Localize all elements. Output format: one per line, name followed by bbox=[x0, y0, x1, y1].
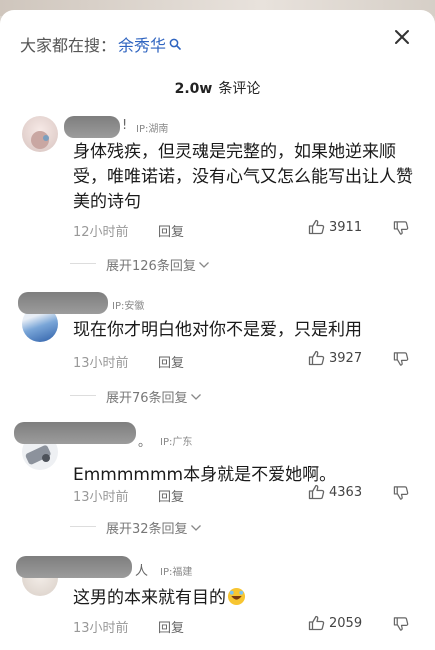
username-tail: 人 bbox=[135, 564, 149, 579]
like-count: 4363 bbox=[329, 484, 363, 500]
comment-text: 现在你才明白他对你不是爱，只是利用 bbox=[73, 320, 362, 340]
thumbs-down-icon[interactable] bbox=[393, 616, 409, 632]
chevron-down-icon bbox=[190, 393, 201, 400]
comment-time: 13小时前 bbox=[73, 621, 129, 636]
username-redacted[interactable] bbox=[64, 116, 120, 138]
comment-text: Emmmmmm本身就是不爱她啊。 bbox=[73, 465, 337, 485]
expand-replies-label: 展开76条回复 bbox=[106, 391, 188, 406]
ip-location: IP:安徽 bbox=[112, 301, 145, 312]
thumbs-up-icon bbox=[308, 219, 325, 235]
like-count: 3927 bbox=[329, 350, 363, 366]
ip-location: IP:广东 bbox=[160, 437, 193, 448]
username-redacted[interactable] bbox=[18, 292, 108, 314]
chevron-down-icon bbox=[198, 261, 209, 268]
comment-text-body: 这男的本来就有目的 bbox=[73, 588, 226, 608]
reply-button[interactable]: 回复 bbox=[158, 617, 184, 636]
chevron-down-icon bbox=[190, 524, 201, 531]
like-count: 3911 bbox=[329, 219, 363, 235]
username-tail: 。 bbox=[138, 435, 152, 450]
like-count: 2059 bbox=[329, 615, 363, 631]
like-button[interactable]: 3927 bbox=[308, 350, 362, 366]
trending-search[interactable]: 大家都在搜： 余秀华 bbox=[20, 32, 181, 56]
like-button[interactable]: 4363 bbox=[308, 484, 362, 500]
comment-count-title: 2.0w 条评论 bbox=[0, 78, 435, 98]
expand-replies-label: 展开32条回复 bbox=[106, 522, 188, 537]
divider bbox=[70, 395, 96, 396]
username-tail: ! bbox=[122, 118, 128, 133]
username-redacted[interactable] bbox=[16, 556, 132, 578]
comment-time: 13小时前 bbox=[73, 490, 129, 505]
ip-location: IP:湖南 bbox=[136, 124, 169, 135]
comment-count-label: 条评论 bbox=[218, 81, 261, 97]
like-button[interactable]: 2059 bbox=[308, 615, 362, 631]
thumbs-up-icon bbox=[308, 350, 325, 366]
thumbs-up-icon bbox=[308, 615, 325, 631]
reply-button[interactable]: 回复 bbox=[158, 352, 184, 371]
comment-time: 12小时前 bbox=[73, 225, 129, 240]
thumbs-up-icon bbox=[308, 484, 325, 500]
thumbs-down-icon[interactable] bbox=[393, 351, 409, 367]
search-icon[interactable] bbox=[169, 38, 181, 50]
comments-sheet: 大家都在搜： 余秀华 2.0w 条评论 ! IP:湖南 身体残疾，但灵魂是完整的，… bbox=[0, 10, 435, 650]
comment-time: 13小时前 bbox=[73, 356, 129, 371]
reply-button[interactable]: 回复 bbox=[158, 486, 184, 505]
comment-text: 身体残疾，但灵魂是完整的，如果她逆来顺受，唯唯诺诺，没有心气又怎么能写出让人赞美… bbox=[73, 142, 413, 212]
expand-replies-label: 展开126条回复 bbox=[106, 259, 196, 274]
like-button[interactable]: 3911 bbox=[308, 219, 362, 235]
divider bbox=[70, 263, 96, 264]
rofl-emoji-icon bbox=[227, 587, 246, 606]
expand-replies-button[interactable]: 展开76条回复 bbox=[70, 387, 202, 406]
expand-replies-button[interactable]: 展开126条回复 bbox=[70, 255, 210, 274]
trending-search-keyword[interactable]: 余秀华 bbox=[118, 32, 166, 56]
username-redacted[interactable] bbox=[14, 422, 136, 444]
avatar[interactable] bbox=[22, 116, 58, 152]
comment-count: 2.0w bbox=[174, 81, 213, 97]
expand-replies-button[interactable]: 展开32条回复 bbox=[70, 518, 202, 537]
reply-button[interactable]: 回复 bbox=[158, 221, 184, 240]
close-icon[interactable] bbox=[393, 28, 411, 46]
trending-search-prefix: 大家都在搜： bbox=[20, 36, 117, 55]
thumbs-down-icon[interactable] bbox=[393, 485, 409, 501]
ip-location: IP:福建 bbox=[160, 567, 193, 578]
comment-text: 这男的本来就有目的 bbox=[73, 586, 418, 611]
divider bbox=[70, 526, 96, 527]
thumbs-down-icon[interactable] bbox=[393, 220, 409, 236]
